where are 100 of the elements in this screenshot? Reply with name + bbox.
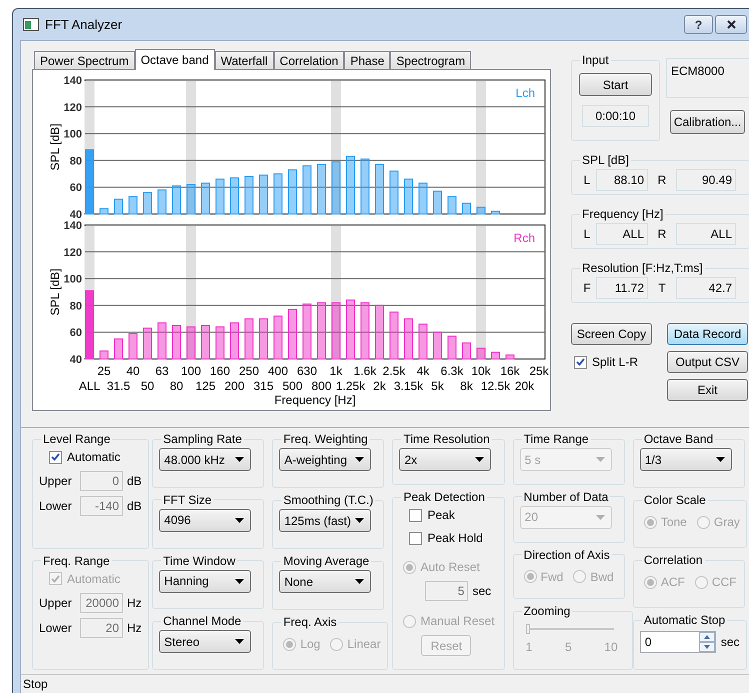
bar xyxy=(128,196,138,214)
tab[interactable]: Waterfall xyxy=(214,51,274,69)
bar xyxy=(404,178,413,214)
dropdown[interactable]: 4096 xyxy=(159,508,252,532)
spin-arrows-icon[interactable] xyxy=(698,632,715,652)
push-button[interactable]: Screen Copy xyxy=(571,323,652,345)
bar xyxy=(274,173,282,214)
group-title: Sampling Rate xyxy=(162,431,243,448)
bar xyxy=(143,192,152,214)
tick-label: 140 xyxy=(64,220,82,232)
bar xyxy=(172,185,181,214)
start-button[interactable]: Start xyxy=(579,73,652,96)
checkbox[interactable]: Automatic xyxy=(49,448,120,466)
dropdown[interactable]: A-weighting xyxy=(279,448,372,471)
checkbox[interactable]: Peak xyxy=(409,506,455,524)
bar xyxy=(433,332,442,360)
unit-label: dB xyxy=(127,473,142,490)
bar xyxy=(506,354,514,360)
tick-label: 5 xyxy=(564,639,572,656)
dropdown[interactable]: 1/3 xyxy=(640,448,732,471)
bar xyxy=(85,290,94,360)
bar xyxy=(462,342,471,360)
field-label: R xyxy=(656,226,668,243)
tab[interactable]: Power Spectrum xyxy=(34,51,135,69)
tick-label: 1.25k xyxy=(336,379,366,393)
checkbox[interactable]: Peak Hold xyxy=(409,529,483,547)
caret-icon xyxy=(235,578,244,584)
caret-icon xyxy=(716,457,725,462)
bar xyxy=(404,318,413,360)
checkmark-icon xyxy=(51,453,60,461)
caret-icon xyxy=(596,514,605,520)
dropdown[interactable]: 125ms (fast) xyxy=(279,509,372,532)
tick-label: 50 xyxy=(140,379,154,393)
push-button[interactable]: Exit xyxy=(667,379,748,401)
dropdown[interactable]: None xyxy=(279,570,372,593)
field-label: Lower xyxy=(39,498,73,515)
tick-label: 40 xyxy=(70,209,82,219)
close-button[interactable] xyxy=(715,15,747,34)
bar xyxy=(346,300,355,360)
group-title: Freq. Axis xyxy=(282,614,338,631)
tick-label: 80 xyxy=(70,300,82,312)
tick-label: 100 xyxy=(64,128,82,141)
group-title: Automatic Stop xyxy=(642,612,726,629)
field-label: Upper xyxy=(39,594,73,612)
tick-label: 140 xyxy=(64,75,82,87)
dropdown[interactable]: Stereo xyxy=(159,630,252,654)
number-field[interactable]: 0 xyxy=(640,631,716,653)
bar xyxy=(186,326,196,360)
checkmark-icon xyxy=(576,358,585,366)
calibration-button[interactable]: Calibration... xyxy=(670,110,745,134)
group-title: Direction of Axis xyxy=(522,546,611,564)
bar xyxy=(418,324,428,360)
group-title: SPL [dB] xyxy=(581,152,630,169)
tick-label: 5k xyxy=(431,379,444,393)
tick-label: 200 xyxy=(224,379,245,393)
tick-label: 160 xyxy=(210,364,230,378)
device-label: ECM8000 xyxy=(666,58,749,98)
help-button[interactable]: ? xyxy=(684,15,713,34)
push-button[interactable]: Output CSV xyxy=(667,351,748,373)
tab[interactable]: Phase xyxy=(344,51,390,69)
bar xyxy=(448,336,456,360)
tick-label: 16k xyxy=(500,364,520,378)
dropdown[interactable]: 2x xyxy=(399,448,492,471)
bar xyxy=(360,302,370,360)
caret-icon xyxy=(235,639,244,644)
bar xyxy=(100,350,108,360)
bar xyxy=(230,177,239,214)
bar xyxy=(491,352,500,360)
readout-field: 11.72 xyxy=(596,277,648,299)
bar xyxy=(100,208,108,214)
checkbox[interactable]: Split L-R xyxy=(574,353,638,371)
field-label: L xyxy=(582,172,592,189)
group-title: Octave Band xyxy=(642,431,714,448)
tick-label: 400 xyxy=(268,364,288,378)
tick-label: 4k xyxy=(416,364,430,378)
window-icon xyxy=(23,18,39,31)
axis-title: Frequency [Hz] xyxy=(274,393,356,407)
bar xyxy=(390,312,398,360)
bar xyxy=(332,302,340,360)
tab[interactable]: Spectrogram xyxy=(390,51,472,69)
group-title: FFT Size xyxy=(162,492,213,509)
group-title: Freq. Weighting xyxy=(282,431,369,448)
tab[interactable]: Correlation xyxy=(274,51,344,69)
unit-label: Hz xyxy=(127,594,142,612)
bar xyxy=(201,182,210,214)
bar xyxy=(244,318,254,360)
tab[interactable]: Octave band xyxy=(134,49,215,70)
dropdown[interactable]: Hanning xyxy=(159,570,252,592)
bar xyxy=(346,156,355,214)
field-label: F xyxy=(582,280,592,297)
legend-label: Rch xyxy=(514,231,535,245)
bar xyxy=(491,210,500,214)
group-title: Time Resolution xyxy=(402,431,491,448)
bar xyxy=(114,338,123,360)
tick-label: 40 xyxy=(126,364,140,378)
dropdown[interactable]: 48.000 kHz xyxy=(159,448,252,471)
tick-label: 80 xyxy=(70,155,82,168)
bar xyxy=(158,322,166,360)
bar xyxy=(216,178,224,214)
push-button[interactable]: Data Record xyxy=(667,323,748,345)
